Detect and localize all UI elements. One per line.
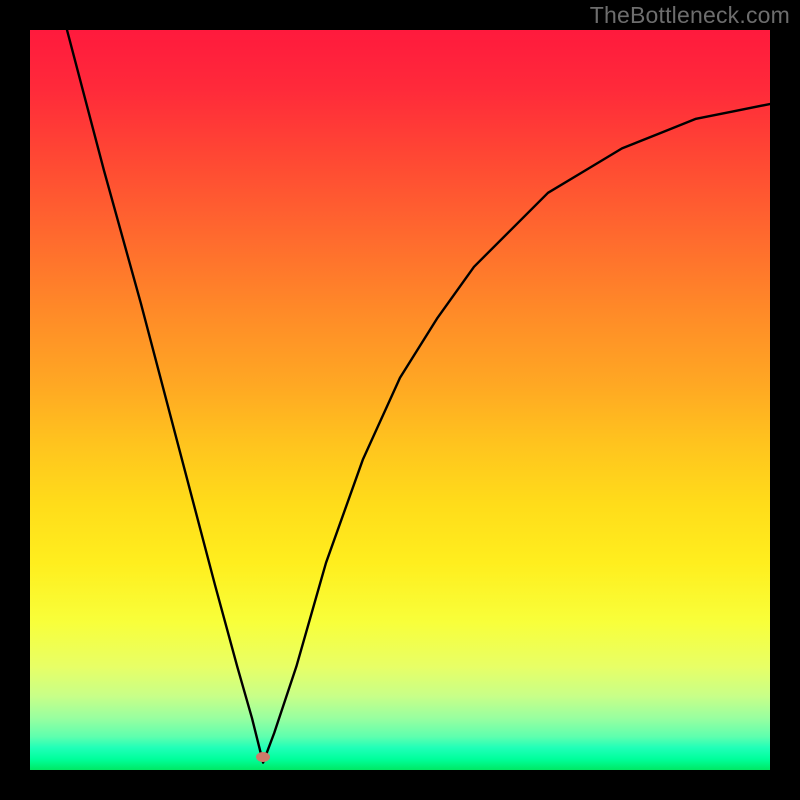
bottleneck-curve: [30, 30, 770, 770]
optimal-point-marker: [256, 752, 270, 762]
curve-path: [67, 30, 770, 763]
watermark-text: TheBottleneck.com: [590, 2, 790, 29]
chart-frame: TheBottleneck.com: [0, 0, 800, 800]
plot-area: [30, 30, 770, 770]
